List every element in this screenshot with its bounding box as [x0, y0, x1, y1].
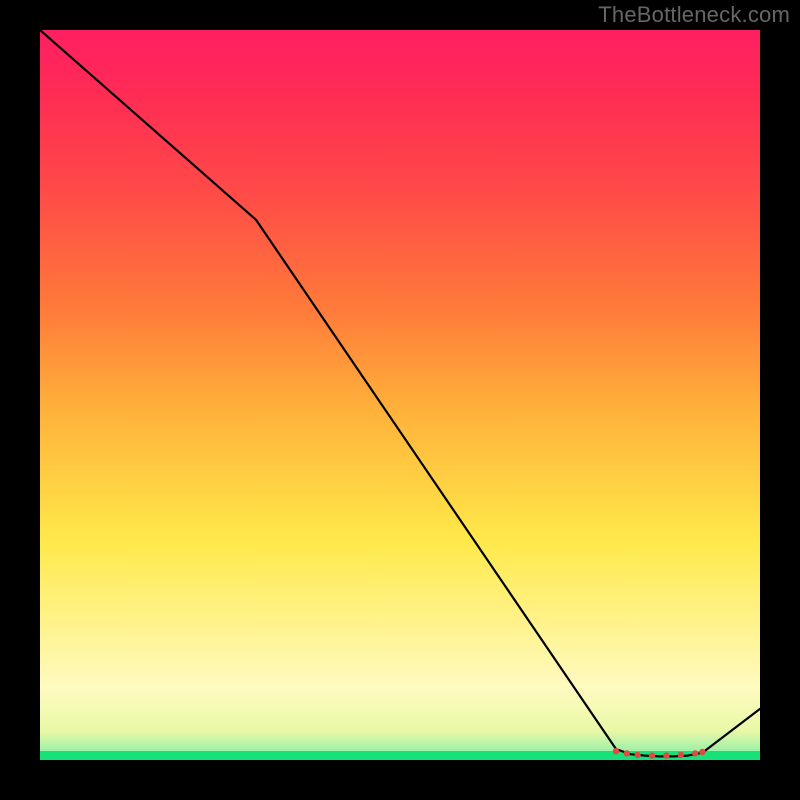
marker-dot — [634, 752, 640, 758]
marker-dot — [692, 750, 698, 756]
watermark-text: TheBottleneck.com — [598, 2, 790, 28]
marker-dot — [624, 750, 630, 756]
marker-dot — [699, 749, 705, 755]
chart-frame: TheBottleneck.com — [0, 0, 800, 800]
plot-area — [40, 30, 760, 760]
marker-dot — [678, 752, 684, 758]
marker-dot — [613, 748, 619, 754]
marker-dot — [663, 752, 669, 758]
marker-dot — [649, 752, 655, 758]
flat-region-markers — [40, 30, 760, 760]
